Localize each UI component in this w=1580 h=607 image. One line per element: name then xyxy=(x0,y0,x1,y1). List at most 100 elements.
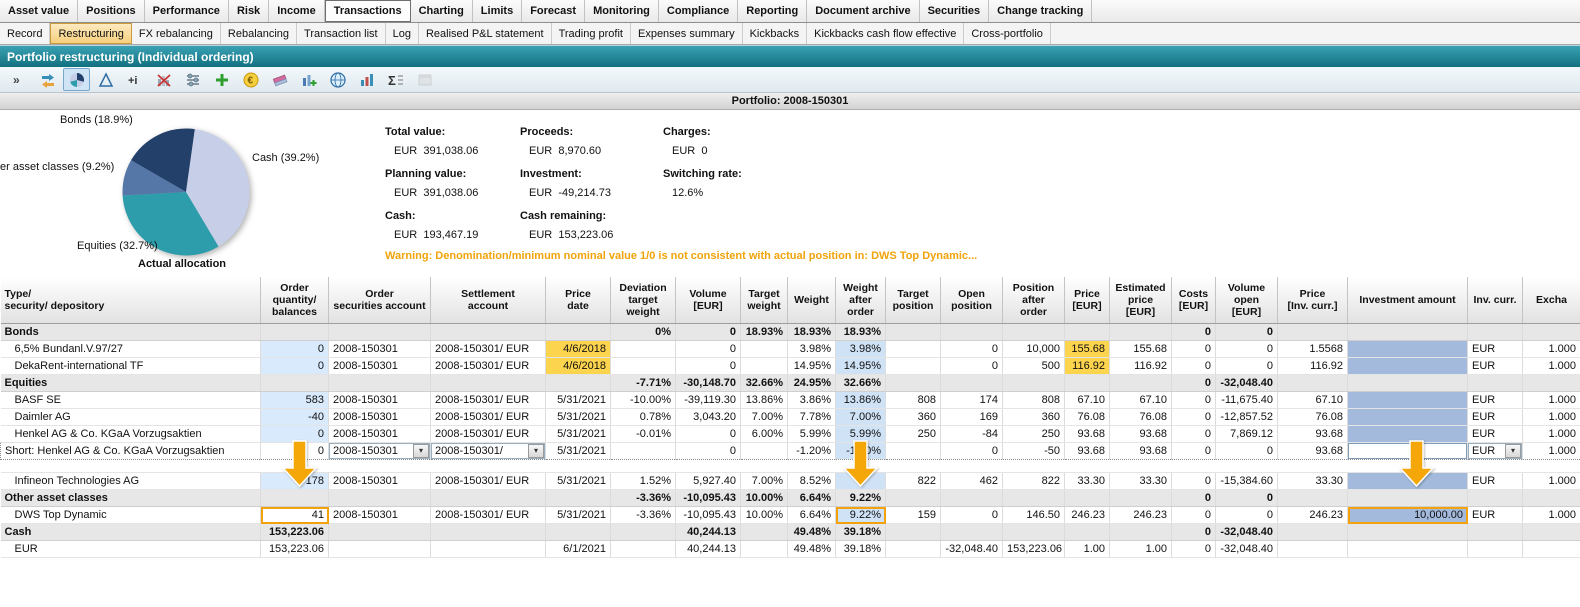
column-header-price[interactable]: Price [EUR] xyxy=(1065,277,1110,324)
menu-tab-monitoring[interactable]: Monitoring xyxy=(585,0,659,22)
cell-invcurr[interactable]: EUR▾ xyxy=(1468,443,1523,460)
column-header-type[interactable]: Type/ security/ depository xyxy=(1,277,261,324)
subtab-record[interactable]: Record xyxy=(0,23,50,44)
column-header-exch[interactable]: Excha xyxy=(1523,277,1580,324)
column-header-tw[interactable]: Target weight xyxy=(741,277,788,324)
cell-invamt[interactable] xyxy=(1348,490,1468,507)
column-header-pao[interactable]: Position after order xyxy=(1003,277,1065,324)
toolbar-delta-button[interactable] xyxy=(92,68,119,91)
menu-tab-document-archive[interactable]: Document archive xyxy=(807,0,919,22)
toolbar-add-button[interactable] xyxy=(208,68,235,91)
menu-tab-positions[interactable]: Positions xyxy=(78,0,145,22)
cell-qty[interactable]: 0 xyxy=(261,358,329,375)
column-header-est[interactable]: Estimated price [EUR] xyxy=(1110,277,1172,324)
cell-invamt[interactable] xyxy=(1348,541,1468,558)
subtab-log[interactable]: Log xyxy=(386,23,419,44)
cell-qty[interactable]: 583 xyxy=(261,392,329,409)
cell-volopen: -32,048.40 xyxy=(1216,541,1278,558)
subtab-rebalancing[interactable]: Rebalancing xyxy=(221,23,297,44)
column-header-qty[interactable]: Order quantity/ balances xyxy=(261,277,329,324)
menu-tab-securities[interactable]: Securities xyxy=(920,0,990,22)
cell-qty[interactable]: 0 xyxy=(261,341,329,358)
cell-tp xyxy=(886,490,941,507)
column-header-dev[interactable]: Deviation target weight xyxy=(611,277,676,324)
cell-qty[interactable]: 41 xyxy=(261,507,329,524)
cell-invamt[interactable] xyxy=(1348,341,1468,358)
toolbar-allocation-pie-button[interactable] xyxy=(63,68,90,91)
toolbar-add-position-button[interactable]: +i xyxy=(121,68,148,91)
cell-osa xyxy=(329,524,431,541)
subtab-transaction-list[interactable]: Transaction list xyxy=(297,23,386,44)
cell-invamt[interactable] xyxy=(1348,358,1468,375)
cell-invamt[interactable] xyxy=(1348,324,1468,341)
subtab-realised-p-l-statement[interactable]: Realised P&L statement xyxy=(419,23,552,44)
toolbar-transfer-button[interactable] xyxy=(34,68,61,91)
column-header-priceinv[interactable]: Price [Inv. curr.] xyxy=(1278,277,1348,324)
toolbar-expand-button[interactable]: » xyxy=(5,68,32,91)
toolbar-sum-list-button[interactable]: Σ xyxy=(382,68,409,91)
cell-sa[interactable]: 2008-150301/▾ xyxy=(431,443,546,460)
cell-est: 116.92 xyxy=(1110,358,1172,375)
menu-tab-performance[interactable]: Performance xyxy=(145,0,229,22)
toolbar-euro-button[interactable]: € xyxy=(237,68,264,91)
column-header-vol[interactable]: Volume [EUR] xyxy=(676,277,741,324)
column-header-pdate[interactable]: Price date xyxy=(546,277,611,324)
subtab-cross-portfolio[interactable]: Cross-portfolio xyxy=(964,23,1051,44)
column-header-invcurr[interactable]: Inv. curr. xyxy=(1468,277,1523,324)
menu-tab-income[interactable]: Income xyxy=(269,0,325,22)
column-header-op[interactable]: Open position xyxy=(941,277,1003,324)
cell-costs: 0 xyxy=(1172,324,1216,341)
subtab-expenses-summary[interactable]: Expenses summary xyxy=(631,23,743,44)
column-header-volopen[interactable]: Volume open [EUR] xyxy=(1216,277,1278,324)
menu-tab-forecast[interactable]: Forecast xyxy=(522,0,585,22)
dropdown-arrow-icon[interactable]: ▾ xyxy=(413,444,429,458)
cell-invamt[interactable] xyxy=(1348,375,1468,392)
cell-sa: 2008-150301/ EUR xyxy=(431,426,546,443)
subtab-trading-profit[interactable]: Trading profit xyxy=(552,23,631,44)
column-header-w[interactable]: Weight xyxy=(788,277,836,324)
column-header-costs[interactable]: Costs [EUR] xyxy=(1172,277,1216,324)
toolbar-window-button[interactable] xyxy=(411,68,438,91)
cell-osa[interactable]: 2008-150301▾ xyxy=(329,443,431,460)
cell-exch: 1.000 xyxy=(1523,443,1580,460)
menu-tab-reporting[interactable]: Reporting xyxy=(738,0,807,22)
menu-tab-limits[interactable]: Limits xyxy=(473,0,522,22)
subtab-restructuring[interactable]: Restructuring xyxy=(50,23,131,44)
toolbar-hide-chart-button[interactable] xyxy=(150,68,177,91)
cell-est: 93.68 xyxy=(1110,443,1172,460)
column-header-wao[interactable]: Weight after order xyxy=(836,277,886,324)
toolbar-chart-stats-button[interactable] xyxy=(353,68,380,91)
column-header-osa[interactable]: Order securities account xyxy=(329,277,431,324)
cell-invcurr xyxy=(1468,324,1523,341)
subtab-fx-rebalancing[interactable]: FX rebalancing xyxy=(132,23,221,44)
toolbar-globe-button[interactable] xyxy=(324,68,351,91)
cell-wao: 9.22% xyxy=(836,507,886,524)
dropdown-arrow-icon[interactable]: ▾ xyxy=(528,444,544,458)
menu-tab-transactions[interactable]: Transactions xyxy=(325,0,411,22)
cell-invamt[interactable] xyxy=(1348,392,1468,409)
toolbar-eraser-button[interactable] xyxy=(266,68,293,91)
menu-tab-risk[interactable]: Risk xyxy=(229,0,269,22)
menu-tab-asset-value[interactable]: Asset value xyxy=(0,0,78,22)
cell-qty[interactable]: 153,223.06 xyxy=(261,541,329,558)
dropdown-arrow-icon[interactable]: ▾ xyxy=(1505,444,1521,458)
toolbar-adjust-levels-button[interactable] xyxy=(179,68,206,91)
cell-type: EUR xyxy=(1,541,261,558)
column-header-sa[interactable]: Settlement account xyxy=(431,277,546,324)
cell-invamt[interactable]: 10,000.00 xyxy=(1348,507,1468,524)
column-header-invamt[interactable]: Investment amount xyxy=(1348,277,1468,324)
cell-invamt[interactable] xyxy=(1348,409,1468,426)
stats-column-1: Proceeds:EUR 8,970.60Investment:EUR -49,… xyxy=(520,124,670,250)
cell-vol: 0 xyxy=(676,341,741,358)
column-header-tp[interactable]: Target position xyxy=(886,277,941,324)
cell-invamt[interactable] xyxy=(1348,524,1468,541)
menu-tab-change-tracking[interactable]: Change tracking xyxy=(989,0,1092,22)
subtab-kickbacks-cash-flow-effective[interactable]: Kickbacks cash flow effective xyxy=(807,23,964,44)
menu-tab-compliance[interactable]: Compliance xyxy=(659,0,738,22)
cell-qty[interactable]: -40 xyxy=(261,409,329,426)
stat-value-switching-rate: 12.6% xyxy=(663,183,813,203)
toolbar-chart-add-button[interactable] xyxy=(295,68,322,91)
cell-op xyxy=(941,524,1003,541)
menu-tab-charting[interactable]: Charting xyxy=(411,0,473,22)
subtab-kickbacks[interactable]: Kickbacks xyxy=(743,23,808,44)
